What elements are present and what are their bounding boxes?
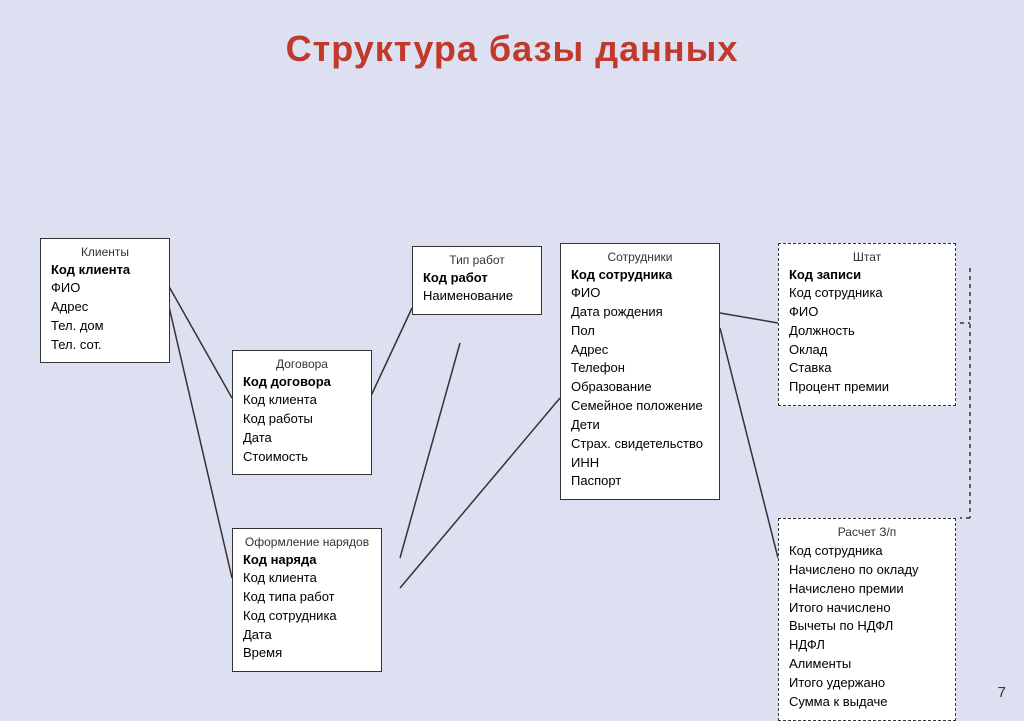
salary-field-1: Начислено по окладу xyxy=(789,561,945,580)
employees-field-2: Пол xyxy=(571,322,709,341)
staff-field-2: Должность xyxy=(789,322,945,341)
contracts-title: Договора xyxy=(243,357,361,371)
employees-field-5: Образование xyxy=(571,378,709,397)
staff-entity: Штат Код записи Код сотрудника ФИО Должн… xyxy=(778,243,956,406)
contracts-field-1: Код работы xyxy=(243,410,361,429)
employees-field-7: Дети xyxy=(571,416,709,435)
salary-field-6: Алименты xyxy=(789,655,945,674)
worktypes-title: Тип работ xyxy=(423,253,531,267)
staff-field-3: Оклад xyxy=(789,341,945,360)
page-number: 7 xyxy=(998,684,1006,701)
contracts-pk: Код договора xyxy=(243,374,361,389)
employees-field-4: Телефон xyxy=(571,359,709,378)
staff-field-1: ФИО xyxy=(789,303,945,322)
orders-field-3: Дата xyxy=(243,626,371,645)
contracts-entity: Договора Код договора Код клиента Код ра… xyxy=(232,350,372,475)
employees-field-3: Адрес xyxy=(571,341,709,360)
clients-title: Клиенты xyxy=(51,245,159,259)
contracts-field-2: Дата xyxy=(243,429,361,448)
worktypes-pk: Код работ xyxy=(423,270,531,285)
orders-field-2: Код сотрудника xyxy=(243,607,371,626)
salary-field-2: Начислено премии xyxy=(789,580,945,599)
staff-pk: Код записи xyxy=(789,267,945,282)
orders-pk: Код наряда xyxy=(243,552,371,567)
orders-title: Оформление нарядов xyxy=(243,535,371,549)
worktypes-field-0: Наименование xyxy=(423,287,531,306)
salary-field-5: НДФЛ xyxy=(789,636,945,655)
employees-title: Сотрудники xyxy=(571,250,709,264)
employees-field-9: ИНН xyxy=(571,454,709,473)
clients-field-1: Адрес xyxy=(51,298,159,317)
employees-field-1: Дата рождения xyxy=(571,303,709,322)
clients-field-2: Тел. дом xyxy=(51,317,159,336)
orders-entity: Оформление нарядов Код наряда Код клиент… xyxy=(232,528,382,672)
orders-field-1: Код типа работ xyxy=(243,588,371,607)
clients-field-0: ФИО xyxy=(51,279,159,298)
staff-field-5: Процент премии xyxy=(789,378,945,397)
employees-field-0: ФИО xyxy=(571,284,709,303)
staff-title: Штат xyxy=(789,250,945,264)
worktypes-entity: Тип работ Код работ Наименование xyxy=(412,246,542,315)
contracts-field-3: Стоимость xyxy=(243,448,361,467)
salary-field-7: Итого удержано xyxy=(789,674,945,693)
salary-entity: Расчет З/п Код сотрудника Начислено по о… xyxy=(778,518,956,721)
orders-field-0: Код клиента xyxy=(243,569,371,588)
salary-field-8: Сумма к выдаче xyxy=(789,693,945,712)
contracts-field-0: Код клиента xyxy=(243,391,361,410)
salary-field-3: Итого начислено xyxy=(789,599,945,618)
staff-field-0: Код сотрудника xyxy=(789,284,945,303)
employees-field-8: Страх. свидетельство xyxy=(571,435,709,454)
employees-pk: Код сотрудника xyxy=(571,267,709,282)
clients-field-3: Тел. сот. xyxy=(51,336,159,355)
salary-title: Расчет З/п xyxy=(789,525,945,539)
staff-field-4: Ставка xyxy=(789,359,945,378)
page-title: Структура базы данных xyxy=(0,0,1024,88)
employees-field-10: Паспорт xyxy=(571,472,709,491)
orders-field-4: Время xyxy=(243,644,371,663)
clients-pk: Код клиента xyxy=(51,262,159,277)
salary-field-0: Код сотрудника xyxy=(789,542,945,561)
employees-field-6: Семейное положение xyxy=(571,397,709,416)
employees-entity: Сотрудники Код сотрудника ФИО Дата рожде… xyxy=(560,243,720,500)
clients-entity: Клиенты Код клиента ФИО Адрес Тел. дом Т… xyxy=(40,238,170,363)
salary-field-4: Вычеты по НДФЛ xyxy=(789,617,945,636)
